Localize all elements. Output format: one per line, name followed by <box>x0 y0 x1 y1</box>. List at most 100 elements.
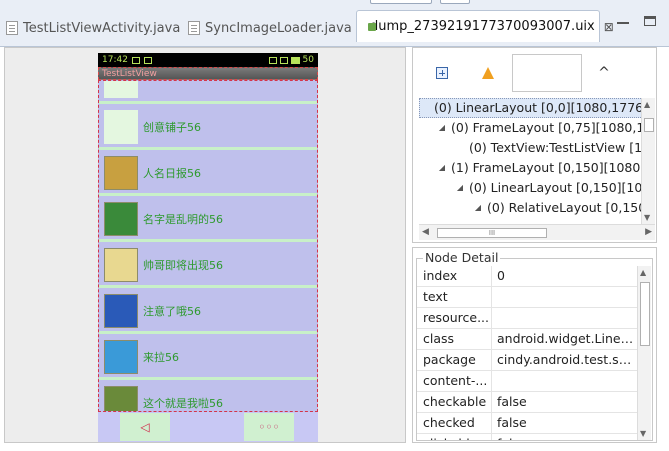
tree-node[interactable]: ◢ (0) LinearLayout [0,150][1080,1 <box>455 178 641 198</box>
tab-label: TestListViewActivity.java <box>23 20 181 36</box>
scroll-down-icon[interactable]: ▼ <box>640 429 646 438</box>
expand-toggle-icon[interactable]: ◢ <box>437 158 447 178</box>
java-file-icon <box>6 21 18 35</box>
detail-value <box>492 287 636 307</box>
tree-node[interactable]: ◢ (1) FrameLayout [0,150][1080,177 <box>437 158 641 178</box>
maximize-icon[interactable] <box>644 16 656 26</box>
scroll-left-icon[interactable]: ◀ <box>422 227 429 237</box>
detail-value: false <box>497 394 527 409</box>
detail-value: cindy.android.test.sy... <box>497 352 636 367</box>
scroll-up-icon[interactable]: ▲ <box>640 268 646 277</box>
item-thumbnail <box>104 294 138 328</box>
expand-toggle-icon[interactable]: ◢ <box>455 178 465 198</box>
expand-all-icon <box>436 67 448 79</box>
detail-value: android.widget.Linea... <box>497 331 636 346</box>
detail-row[interactable]: package cindy.android.test.sy... <box>417 350 637 371</box>
list-item[interactable]: 注意了哦56 <box>99 291 317 334</box>
detail-row[interactable]: content-... <box>417 371 637 392</box>
tree-node-label: (0) LinearLayout [0,0][1080,1776] <box>434 100 641 115</box>
item-thumbnail <box>104 156 138 190</box>
detail-row[interactable]: class android.widget.Linea... <box>417 329 637 350</box>
list-item[interactable]: 人名日报56 <box>99 153 317 196</box>
item-label: 来拉56 <box>143 351 179 364</box>
node-detail-table[interactable]: index 0 text resource... class android.widget… <box>417 266 637 440</box>
scroll-thumb[interactable]: III <box>437 228 547 238</box>
detail-row[interactable]: index 0 <box>417 266 637 287</box>
collapse-up-button[interactable]: ^ <box>595 64 613 82</box>
scroll-thumb[interactable] <box>644 118 654 132</box>
expand-all-button[interactable] <box>433 64 451 82</box>
tree-node[interactable]: ◢ (0) RelativeLayout [0,150][1 <box>473 198 641 218</box>
warning-icon[interactable] <box>482 67 494 79</box>
tab-dump-uix[interactable]: dump_2739219177370093007.uix ⊠ <box>356 10 614 42</box>
toolbar-field[interactable] <box>512 54 582 92</box>
scroll-up-icon[interactable]: ▲ <box>644 100 650 109</box>
app-title-bar[interactable]: TestListView <box>98 67 318 80</box>
list-item[interactable]: 帅哥即将出现56 <box>99 245 317 288</box>
tree-vertical-scrollbar[interactable]: ▲ ▼ <box>641 98 655 224</box>
detail-value: false <box>497 415 527 430</box>
node-detail-pane: Node Detail index 0 text resource... class an… <box>412 247 657 443</box>
scroll-thumb[interactable] <box>640 282 650 346</box>
item-thumbnail <box>104 340 138 374</box>
wifi-icon <box>268 56 277 64</box>
close-icon[interactable]: ⊠ <box>604 20 614 34</box>
item-label: 这个就是我啦56 <box>143 397 223 410</box>
java-file-icon <box>188 21 200 35</box>
battery-icon <box>290 56 300 64</box>
toolbar-segment[interactable] <box>370 0 432 4</box>
tab-syncimageloader[interactable]: SyncImageLoader.java <box>188 14 352 42</box>
detail-vertical-scrollbar[interactable]: ▲ ▼ <box>637 266 651 440</box>
detail-row[interactable]: text <box>417 287 637 308</box>
tab-testlistviewactivity[interactable]: TestListViewActivity.java <box>6 14 180 42</box>
minimize-icon[interactable] <box>617 16 629 24</box>
tree-horizontal-scrollbar[interactable]: ◀ III ▶ <box>419 224 655 240</box>
expand-toggle-icon[interactable]: ◢ <box>473 198 483 218</box>
tree-node[interactable]: ◢ (0) FrameLayout [0,75][1080,150] <box>437 118 641 138</box>
item-thumbnail <box>104 202 138 236</box>
scroll-down-icon[interactable]: ▼ <box>644 213 650 222</box>
device-status-bar: 17:42 50 <box>98 53 318 67</box>
tree-node-label: (0) LinearLayout [0,150][1080,1 <box>469 180 641 195</box>
list-item[interactable]: 名字是乱明的56 <box>99 199 317 242</box>
hierarchy-tree[interactable]: (0) LinearLayout [0,0][1080,1776] ◢ (0) Fr… <box>419 98 641 224</box>
toolbar-segment[interactable] <box>440 0 470 4</box>
item-thumbnail <box>104 110 138 144</box>
list-item[interactable]: 创意铺子56 <box>99 107 317 150</box>
signal-icon <box>279 56 288 64</box>
battery-level: 50 <box>302 55 314 65</box>
tree-node[interactable]: (0) TextView:TestListView [12,7 <box>455 138 641 158</box>
detail-row[interactable]: clickablefalse <box>417 434 637 440</box>
tree-node-label: (0) RelativeLayout [0,150][1 <box>487 200 641 215</box>
item-label: 注意了哦56 <box>143 305 201 318</box>
device-screenshot[interactable]: 17:42 50 TestListView 创意铺子56 人名日报56 名字是乱明的… <box>98 53 318 442</box>
list-item[interactable]: 这个就是我啦56 <box>99 383 317 411</box>
scroll-right-icon[interactable]: ▶ <box>645 227 652 237</box>
tree-node-label: (0) FrameLayout [0,75][1080,150] <box>451 120 641 135</box>
editor-tab-bar: TestListViewActivity.java SyncImageLoade… <box>0 0 669 47</box>
detail-key: index <box>417 266 492 286</box>
detail-row[interactable]: checked false <box>417 413 637 434</box>
back-button[interactable]: ◁ <box>120 413 170 441</box>
detail-row[interactable]: checkable false <box>417 392 637 413</box>
menu-button[interactable]: ◦◦◦ <box>244 413 294 441</box>
hierarchy-pane: ^ (0) LinearLayout [0,0][1080,1776] ◢ (0) … <box>412 47 657 243</box>
list-item[interactable] <box>99 81 317 104</box>
device-nav-bar: ◁ ◦◦◦ <box>98 412 318 442</box>
usb-icon <box>131 56 140 64</box>
top-toolbar-strip <box>356 0 669 6</box>
item-label: 创意铺子56 <box>143 121 201 134</box>
list-item[interactable]: 来拉56 <box>99 337 317 380</box>
tree-node-label: (1) FrameLayout [0,150][1080,177 <box>451 160 641 175</box>
detail-key: text <box>417 287 492 307</box>
node-detail-title: Node Detail <box>423 250 501 265</box>
status-time: 17:42 <box>102 55 128 65</box>
expand-toggle-icon[interactable]: ◢ <box>437 118 447 138</box>
detail-value: 0 <box>497 268 505 283</box>
tree-node[interactable]: (0) LinearLayout [0,0][1080,1776] <box>419 98 641 118</box>
detail-key: clickable <box>417 434 492 440</box>
hierarchy-toolbar: ^ <box>413 48 656 96</box>
list-view[interactable]: 创意铺子56 人名日报56 名字是乱明的56 帅哥即将出现56 注意了哦56 来拉56 这个… <box>98 80 318 412</box>
item-thumbnail <box>104 386 138 411</box>
detail-row[interactable]: resource... <box>417 308 637 329</box>
